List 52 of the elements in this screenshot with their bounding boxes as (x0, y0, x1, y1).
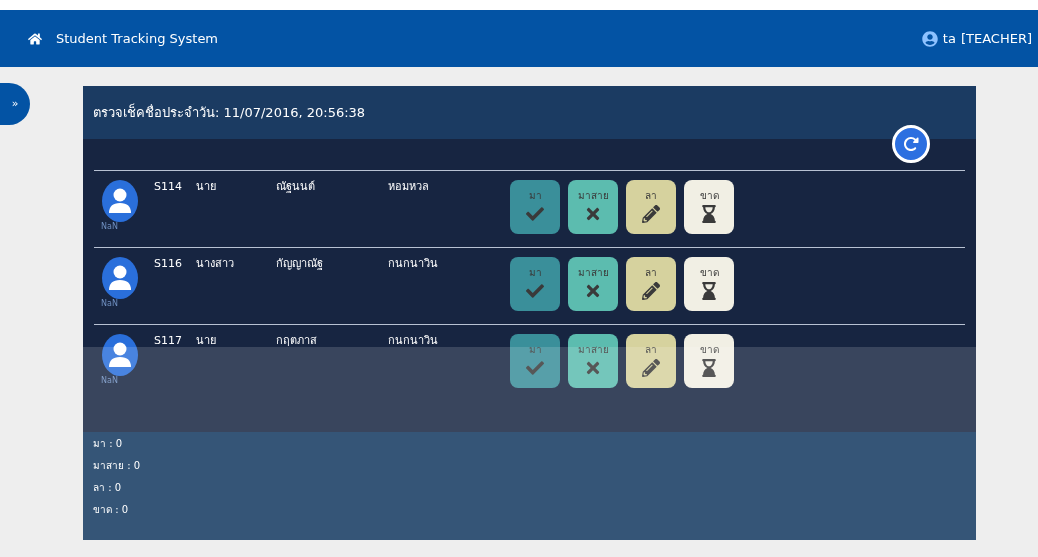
app-title[interactable]: Student Tracking System (56, 28, 219, 49)
hourglass-icon (700, 282, 718, 300)
pencil-icon (642, 282, 660, 300)
attendance-button[interactable]: ขาด (684, 334, 734, 388)
check-icon (526, 205, 544, 223)
refresh-icon (903, 136, 919, 152)
check-icon (526, 359, 544, 377)
student-id: S114 (154, 179, 183, 195)
attendance-button[interactable]: ลา (626, 180, 676, 234)
student-first-name: กัญญาณัฐ (276, 256, 324, 272)
hourglass-icon (700, 359, 718, 377)
attendance-button[interactable]: ลา (626, 257, 676, 311)
cross-icon (584, 359, 602, 377)
summary-count: ขาด : 0 (93, 503, 130, 517)
refresh-button[interactable] (892, 125, 930, 163)
avatar-icon (101, 179, 139, 223)
avatar-caption: NaN (101, 377, 118, 385)
summary-count: ลา : 0 (93, 481, 123, 495)
student-last-name: หอมหวล (388, 179, 430, 195)
avatar-caption: NaN (101, 300, 118, 308)
pencil-icon (642, 359, 660, 377)
attendance-button[interactable]: มาสาย (568, 180, 618, 234)
summary-count: มาสาย : 0 (93, 459, 142, 473)
student-last-name: กนกนาวิน (388, 256, 439, 272)
pencil-icon (642, 205, 660, 223)
username[interactable]: ta (942, 28, 956, 49)
student-prefix: นางสาว (196, 256, 235, 272)
student-prefix: นาย (196, 179, 217, 195)
attendance-button[interactable]: ขาด (684, 257, 734, 311)
home-icon[interactable] (28, 31, 42, 46)
attendance-button[interactable]: มาสาย (568, 257, 618, 311)
cross-icon (584, 282, 602, 300)
student-last-name: กนกนาวิน (388, 333, 439, 349)
card-title: ตรวจเช็คชื่อประจำวัน: 11/07/2016, 20:56:38 (93, 102, 366, 122)
student-id: S117 (154, 333, 183, 349)
student-id: S116 (154, 256, 183, 272)
student-prefix: นาย (196, 333, 217, 349)
summary-count: มา : 0 (93, 437, 124, 451)
student-first-name: ณัฐนนต์ (276, 179, 316, 195)
hourglass-icon (700, 205, 718, 223)
avatar-icon (101, 256, 139, 300)
check-icon (526, 282, 544, 300)
user-icon (921, 30, 938, 47)
avatar-icon (101, 333, 139, 377)
attendance-button[interactable]: ขาด (684, 180, 734, 234)
avatar-caption: NaN (101, 223, 118, 231)
attendance-button[interactable]: มาสาย (568, 334, 618, 388)
cross-icon (584, 205, 602, 223)
student-first-name: กฤตภาส (276, 333, 318, 349)
attendance-button[interactable]: ลา (626, 334, 676, 388)
user-role: [TEACHER] (960, 29, 1032, 48)
sidebar-toggle[interactable]: » (0, 83, 30, 125)
